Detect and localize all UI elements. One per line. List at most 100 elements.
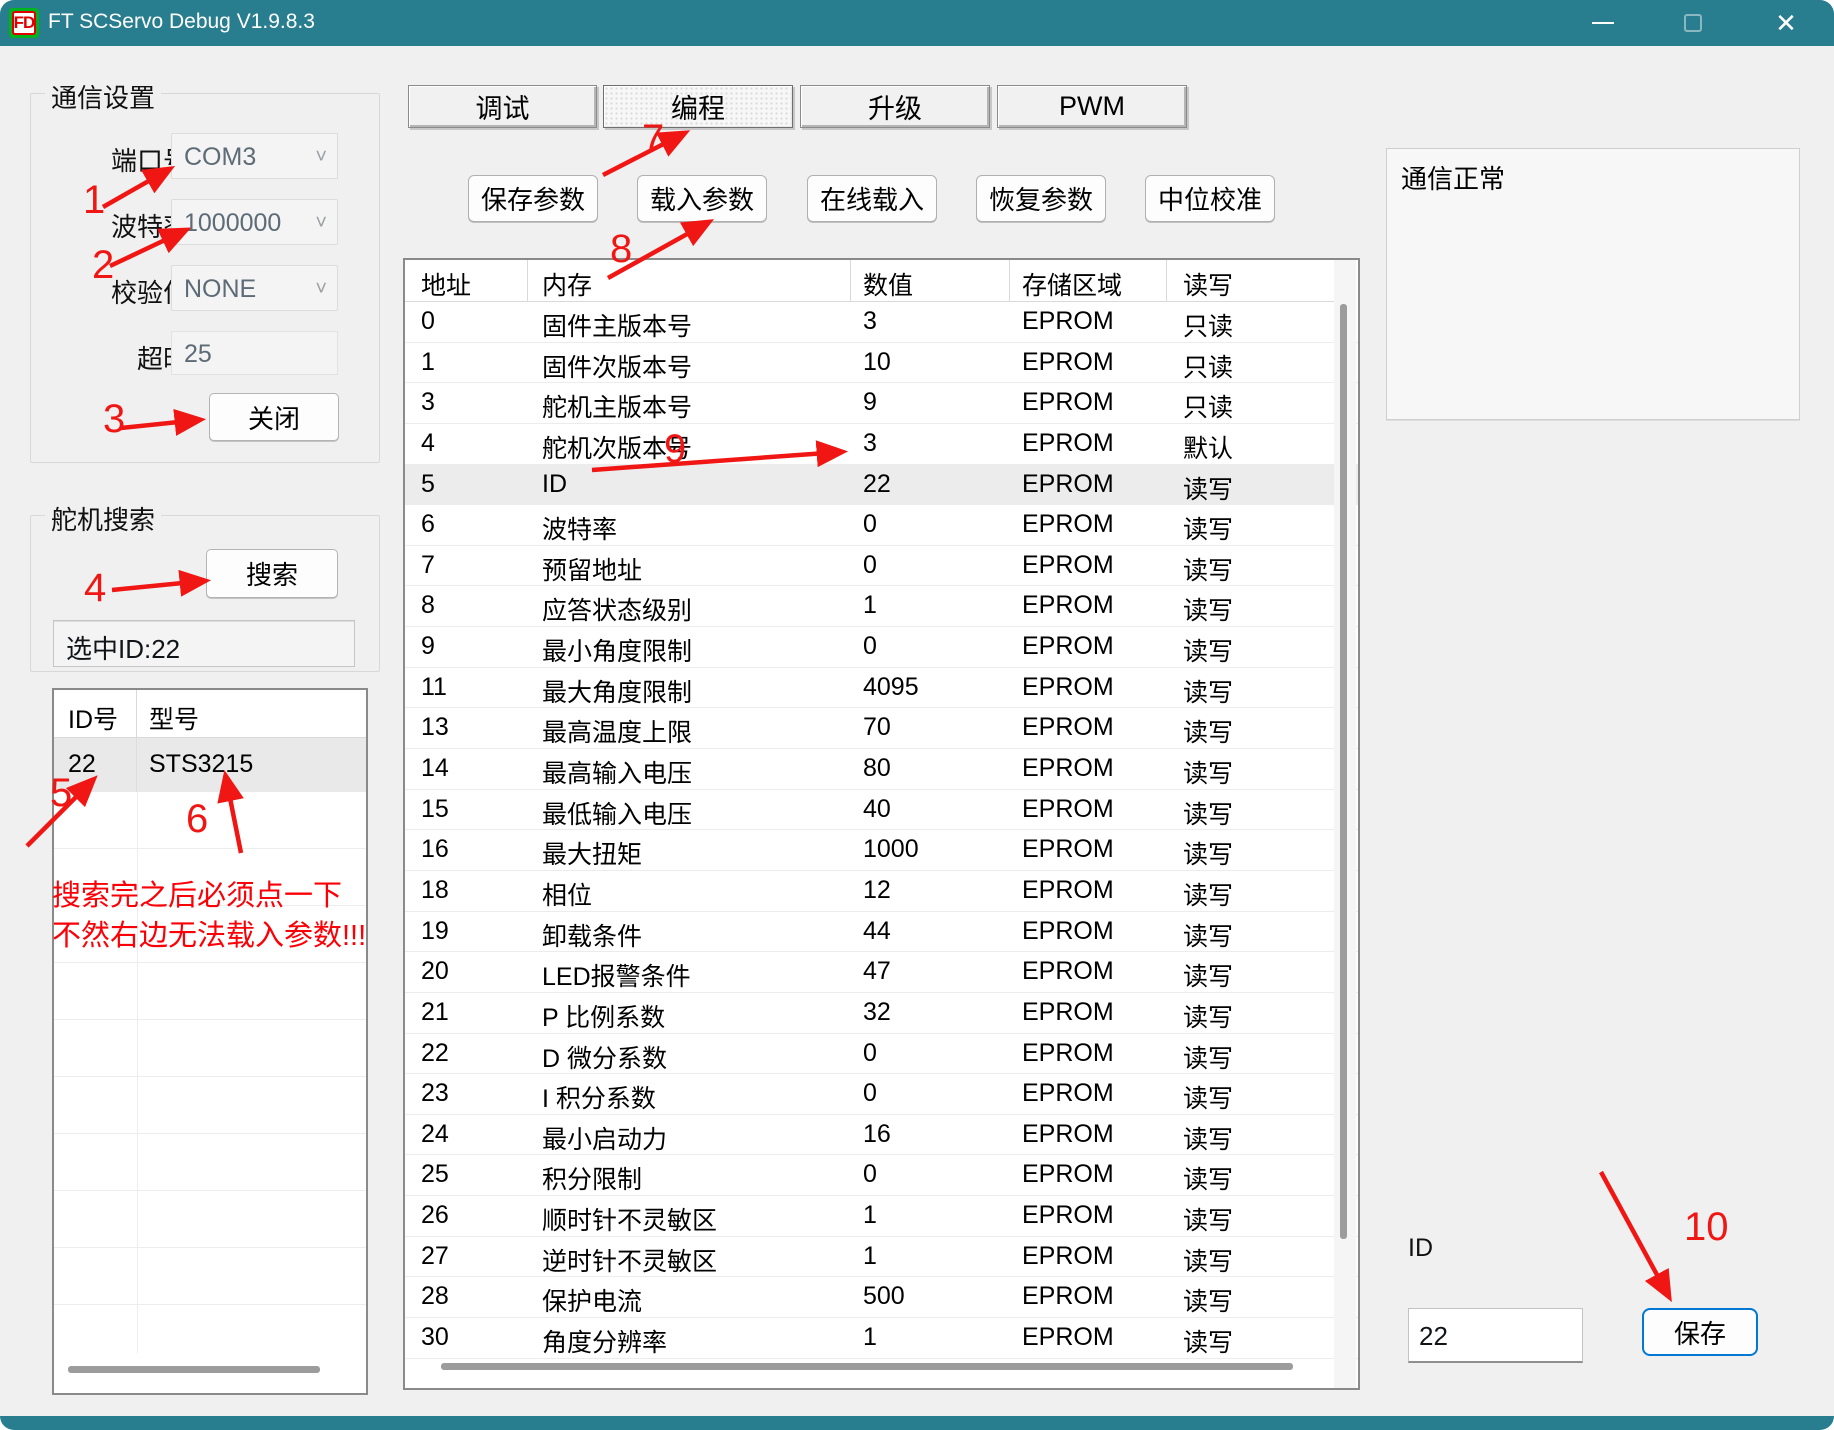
save-params-button[interactable]: 保存参数 — [468, 175, 598, 222]
tab-upgrade[interactable]: 升级 — [800, 85, 990, 128]
close-button[interactable]: ✕ — [1754, 0, 1818, 46]
memory-row-3[interactable]: 3舵机主版本号9EPROM只读 — [405, 383, 1358, 424]
memory-table: 地址 内存 数值 存储区域 读写 0固件主版本号3EPROM只读1固件次版本号1… — [403, 258, 1360, 1390]
restore-params-button[interactable]: 恢复参数 — [976, 175, 1106, 222]
memory-row-0[interactable]: 0固件主版本号3EPROM只读 — [405, 302, 1358, 343]
baud-select[interactable]: 1000000 ˅ — [171, 199, 338, 245]
memory-row-4[interactable]: 4舵机次版本号3EPROM默认 — [405, 424, 1358, 465]
chevron-down-icon: ˅ — [315, 212, 327, 235]
cell-value: 1 — [851, 586, 1010, 626]
cell-value: 1000 — [851, 830, 1010, 870]
cell-address: 16 — [405, 830, 528, 870]
search-button[interactable]: 搜索 — [206, 549, 338, 598]
annotation-10: 10 — [1684, 1205, 1729, 1249]
cell-value: 0 — [851, 505, 1010, 545]
memory-row-30[interactable]: 30角度分辨率1EPROM读写 — [405, 1318, 1358, 1359]
cell-memory: 最小角度限制 — [528, 627, 851, 667]
cell-area: EPROM — [1010, 668, 1167, 708]
cell-area: EPROM — [1010, 871, 1167, 911]
cell-address: 27 — [405, 1237, 528, 1277]
cell-address: 23 — [405, 1074, 528, 1114]
center-calib-button[interactable]: 中位校准 — [1145, 175, 1275, 222]
parity-select[interactable]: NONE ˅ — [171, 265, 338, 311]
memory-row-21[interactable]: 21P 比例系数32EPROM读写 — [405, 993, 1358, 1034]
memory-row-7[interactable]: 7预留地址0EPROM读写 — [405, 546, 1358, 587]
memory-row-6[interactable]: 6波特率0EPROM读写 — [405, 505, 1358, 546]
memory-row-13[interactable]: 13最高温度上限70EPROM读写 — [405, 708, 1358, 749]
cell-area: EPROM — [1010, 952, 1167, 992]
baud-label: 波特率 — [51, 207, 189, 244]
close-port-button[interactable]: 关闭 — [209, 393, 339, 441]
cell-access: 读写 — [1167, 1318, 1334, 1358]
servo-row-22[interactable]: 22STS3215 — [54, 738, 366, 792]
header-value: 数值 — [851, 260, 1010, 302]
memory-row-8[interactable]: 8应答状态级别1EPROM读写 — [405, 586, 1358, 627]
memory-table-vscroll-track[interactable] — [1334, 260, 1356, 1388]
cell-memory: 预留地址 — [528, 546, 851, 586]
memory-table-header: 地址 内存 数值 存储区域 读写 — [405, 260, 1358, 302]
servo-list-hscrollbar[interactable] — [68, 1366, 320, 1373]
cell-access: 读写 — [1167, 1115, 1334, 1155]
memory-row-22[interactable]: 22D 微分系数0EPROM读写 — [405, 1034, 1358, 1075]
memory-table-vscrollbar[interactable] — [1340, 304, 1347, 1239]
header-address: 地址 — [405, 260, 528, 302]
cell-value: 44 — [851, 912, 1010, 952]
save-button[interactable]: 保存 — [1642, 1308, 1758, 1356]
online-load-button[interactable]: 在线载入 — [807, 175, 937, 222]
servo-search-title: 舵机搜索 — [45, 500, 161, 537]
cell-value: 10 — [851, 343, 1010, 383]
memory-row-28[interactable]: 28保护电流500EPROM读写 — [405, 1277, 1358, 1318]
cell-memory: 积分限制 — [528, 1155, 851, 1195]
cell-value: 16 — [851, 1115, 1010, 1155]
minimize-button[interactable] — [1571, 0, 1635, 46]
memory-row-1[interactable]: 1固件次版本号10EPROM只读 — [405, 343, 1358, 384]
cell-access: 默认 — [1167, 424, 1334, 464]
memory-row-15[interactable]: 15最低输入电压40EPROM读写 — [405, 790, 1358, 831]
memory-row-18[interactable]: 18相位12EPROM读写 — [405, 871, 1358, 912]
servo-list-header: ID号 型号 — [54, 690, 366, 738]
port-label: 端口号 — [51, 141, 189, 178]
cell-value: 500 — [851, 1277, 1010, 1317]
cell-address: 28 — [405, 1277, 528, 1317]
memory-row-11[interactable]: 11最大角度限制4095EPROM读写 — [405, 668, 1358, 709]
load-params-button[interactable]: 载入参数 — [637, 175, 767, 222]
title-bar: FD FT SCServo Debug V1.9.8.3 ✕ — [0, 0, 1834, 46]
cell-area: EPROM — [1010, 749, 1167, 789]
selected-id-box: 选中ID:22 — [53, 620, 355, 667]
memory-row-25[interactable]: 25积分限制0EPROM读写 — [405, 1155, 1358, 1196]
cell-address: 9 — [405, 627, 528, 667]
memory-row-19[interactable]: 19卸载条件44EPROM读写 — [405, 912, 1358, 953]
tab-debug[interactable]: 调试 — [408, 85, 597, 128]
memory-row-23[interactable]: 23I 积分系数0EPROM读写 — [405, 1074, 1358, 1115]
cell-address: 30 — [405, 1318, 528, 1358]
memory-row-27[interactable]: 27逆时针不灵敏区1EPROM读写 — [405, 1237, 1358, 1278]
memory-row-16[interactable]: 16最大扭矩1000EPROM读写 — [405, 830, 1358, 871]
cell-address: 19 — [405, 912, 528, 952]
cell-value: 47 — [851, 952, 1010, 992]
cell-access: 只读 — [1167, 383, 1334, 423]
cell-value: 0 — [851, 546, 1010, 586]
cell-address: 24 — [405, 1115, 528, 1155]
header-area: 存储区域 — [1010, 260, 1167, 302]
timeout-input[interactable]: 25 — [171, 331, 338, 375]
header-memory: 内存 — [528, 260, 851, 302]
id-input[interactable]: 22 — [1408, 1308, 1583, 1363]
memory-row-5[interactable]: 5ID22EPROM读写 — [405, 465, 1358, 506]
header-access: 读写 — [1167, 260, 1334, 302]
cell-area: EPROM — [1010, 790, 1167, 830]
maximize-button[interactable] — [1661, 0, 1725, 46]
memory-table-hscrollbar[interactable] — [441, 1363, 1293, 1370]
servo-list-header-model: 型号 — [137, 690, 366, 737]
memory-row-24[interactable]: 24最小启动力16EPROM读写 — [405, 1115, 1358, 1156]
cell-area: EPROM — [1010, 627, 1167, 667]
memory-row-26[interactable]: 26顺时针不灵敏区1EPROM读写 — [405, 1196, 1358, 1237]
tab-pwm[interactable]: PWM — [997, 85, 1187, 128]
tab-programming[interactable]: 编程 — [603, 85, 793, 128]
parity-label: 校验位 — [51, 273, 189, 310]
memory-row-9[interactable]: 9最小角度限制0EPROM读写 — [405, 627, 1358, 668]
port-select[interactable]: COM3 ˅ — [171, 133, 338, 179]
warning-line-1: 搜索完之后必须点一下 — [52, 876, 366, 916]
cell-value: 4095 — [851, 668, 1010, 708]
memory-row-20[interactable]: 20LED报警条件47EPROM读写 — [405, 952, 1358, 993]
memory-row-14[interactable]: 14最高输入电压80EPROM读写 — [405, 749, 1358, 790]
